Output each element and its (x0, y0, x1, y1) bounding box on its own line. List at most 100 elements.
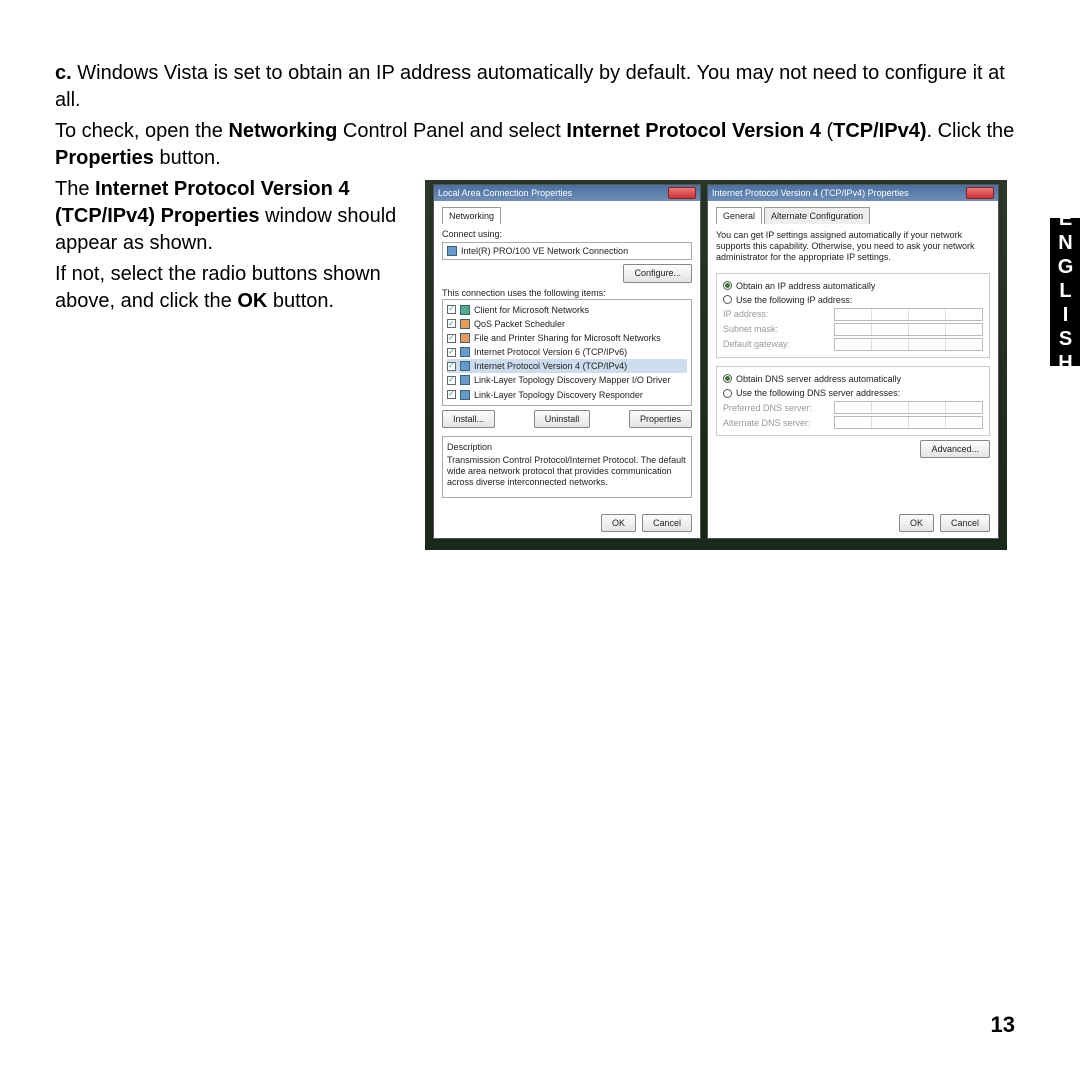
p2f: TCP/IPv4) (833, 120, 926, 142)
item4: Internet Protocol Version 4 (TCP/IPv4) (474, 360, 627, 372)
connect-using-label: Connect using: (442, 228, 692, 240)
radio-obtain-ip-auto[interactable]: Obtain an IP address automatically (723, 280, 983, 292)
list-item[interactable]: Link-Layer Topology Discovery Mapper I/O… (447, 373, 687, 387)
description-label: Description (447, 441, 687, 453)
qos-icon (460, 319, 470, 329)
ip-input[interactable] (834, 308, 983, 321)
client-icon (460, 305, 470, 315)
gateway-input[interactable] (834, 338, 983, 351)
list-item[interactable]: Link-Layer Topology Discovery Responder (447, 388, 687, 402)
alt-dns-row: Alternate DNS server: (723, 416, 983, 429)
pref-dns-input[interactable] (834, 401, 983, 414)
page-number: 13 (991, 1010, 1015, 1040)
tab-alternate-config[interactable]: Alternate Configuration (764, 207, 870, 224)
checkbox-icon[interactable] (447, 305, 456, 314)
checkbox-icon[interactable] (447, 390, 456, 399)
list-item[interactable]: Client for Microsoft Networks (447, 303, 687, 317)
dns-auto-label: Obtain DNS server address automatically (736, 373, 901, 385)
winB-title: Internet Protocol Version 4 (TCP/IPv4) P… (712, 187, 909, 199)
list-item[interactable]: Internet Protocol Version 6 (TCP/IPv6) (447, 345, 687, 359)
adapter-field[interactable]: Intel(R) PRO/100 VE Network Connection (442, 242, 692, 260)
paragraph-radio-note: If not, select the radio buttons shown a… (55, 261, 415, 315)
connection-items-list[interactable]: Client for Microsoft Networks QoS Packet… (442, 299, 692, 406)
p2b: Networking (228, 120, 337, 142)
description-text: Transmission Control Protocol/Internet P… (447, 455, 687, 487)
p2c: Control Panel and select (337, 120, 566, 142)
ipv4-properties-window: Internet Protocol Version 4 (TCP/IPv4) P… (707, 184, 999, 539)
uninstall-button[interactable]: Uninstall (534, 410, 591, 428)
alt-dns-input[interactable] (834, 416, 983, 429)
radio-dot-icon (723, 389, 732, 398)
r-manual-label: Use the following IP address: (736, 294, 852, 306)
pref-dns-row: Preferred DNS server: (723, 401, 983, 414)
item6: Link-Layer Topology Discovery Responder (474, 389, 643, 401)
checkbox-icon[interactable] (447, 334, 456, 343)
ip-address-row: IP address: (723, 308, 983, 321)
p4c: button. (267, 290, 334, 312)
network-adapter-icon (447, 246, 457, 256)
fileprint-icon (460, 333, 470, 343)
subnet-row: Subnet mask: (723, 323, 983, 336)
local-area-connection-window: Local Area Connection Properties Network… (433, 184, 701, 539)
gw-label: Default gateway: (723, 338, 828, 350)
subnet-input[interactable] (834, 323, 983, 336)
p2i: button. (154, 147, 221, 169)
p2a: To check, open the (55, 120, 228, 142)
language-tab: ENGLISH (1050, 218, 1080, 366)
p2g: . Click the (926, 120, 1014, 142)
screenshot-area: Local Area Connection Properties Network… (425, 180, 1007, 550)
lltd-mapper-icon (460, 375, 470, 385)
p1-text: Windows Vista is set to obtain an IP add… (55, 62, 1005, 111)
winA-titlebar: Local Area Connection Properties (434, 185, 700, 201)
step-label-c: c. (55, 62, 72, 84)
tab-networking[interactable]: Networking (442, 207, 501, 224)
close-icon[interactable] (966, 187, 994, 199)
item2: File and Printer Sharing for Microsoft N… (474, 332, 661, 344)
checkbox-icon[interactable] (447, 348, 456, 357)
adns-label: Alternate DNS server: (723, 417, 828, 429)
checkbox-icon[interactable] (447, 319, 456, 328)
tab-general[interactable]: General (716, 207, 762, 224)
item3: Internet Protocol Version 6 (TCP/IPv6) (474, 346, 627, 358)
cancel-button[interactable]: Cancel (940, 514, 990, 532)
checkbox-icon[interactable] (447, 362, 456, 371)
r-auto-label: Obtain an IP address automatically (736, 280, 875, 292)
ipv4-icon (460, 361, 470, 371)
p2e: ( (821, 120, 833, 142)
lltd-responder-icon (460, 390, 470, 400)
paragraph-window-desc: The Internet Protocol Version 4 (TCP/IPv… (55, 176, 415, 257)
radio-use-dns[interactable]: Use the following DNS server addresses: (723, 387, 983, 399)
p2h: Properties (55, 147, 154, 169)
dns-settings-group: Obtain DNS server address automatically … (716, 366, 990, 436)
winA-title: Local Area Connection Properties (438, 187, 572, 199)
install-button[interactable]: Install... (442, 410, 495, 428)
description-frame: Description Transmission Control Protoco… (442, 436, 692, 499)
radio-use-ip[interactable]: Use the following IP address: (723, 294, 983, 306)
ok-button[interactable]: OK (601, 514, 636, 532)
ipv6-icon (460, 347, 470, 357)
ok-button[interactable]: OK (899, 514, 934, 532)
items-label: This connection uses the following items… (442, 287, 692, 299)
paragraph-instructions: To check, open the Networking Control Pa… (55, 118, 1015, 172)
item1: QoS Packet Scheduler (474, 318, 565, 330)
winB-titlebar: Internet Protocol Version 4 (TCP/IPv4) P… (708, 185, 998, 201)
p2d: Internet Protocol Version 4 (566, 120, 821, 142)
cancel-button[interactable]: Cancel (642, 514, 692, 532)
list-item-selected[interactable]: Internet Protocol Version 4 (TCP/IPv4) (447, 359, 687, 373)
radio-dot-on-icon (723, 374, 732, 383)
checkbox-icon[interactable] (447, 376, 456, 385)
item0: Client for Microsoft Networks (474, 304, 589, 316)
radio-obtain-dns-auto[interactable]: Obtain DNS server address automatically (723, 373, 983, 385)
configure-button[interactable]: Configure... (623, 264, 692, 282)
paragraph-c: c. Windows Vista is set to obtain an IP … (55, 60, 1015, 114)
radio-dot-icon (723, 295, 732, 304)
adapter-text: Intel(R) PRO/100 VE Network Connection (461, 245, 628, 257)
mask-label: Subnet mask: (723, 323, 828, 335)
ip-settings-group: Obtain an IP address automatically Use t… (716, 273, 990, 358)
properties-button[interactable]: Properties (629, 410, 692, 428)
p3a: The (55, 178, 95, 200)
list-item[interactable]: File and Printer Sharing for Microsoft N… (447, 331, 687, 345)
advanced-button[interactable]: Advanced... (920, 440, 990, 458)
close-icon[interactable] (668, 187, 696, 199)
list-item[interactable]: QoS Packet Scheduler (447, 317, 687, 331)
